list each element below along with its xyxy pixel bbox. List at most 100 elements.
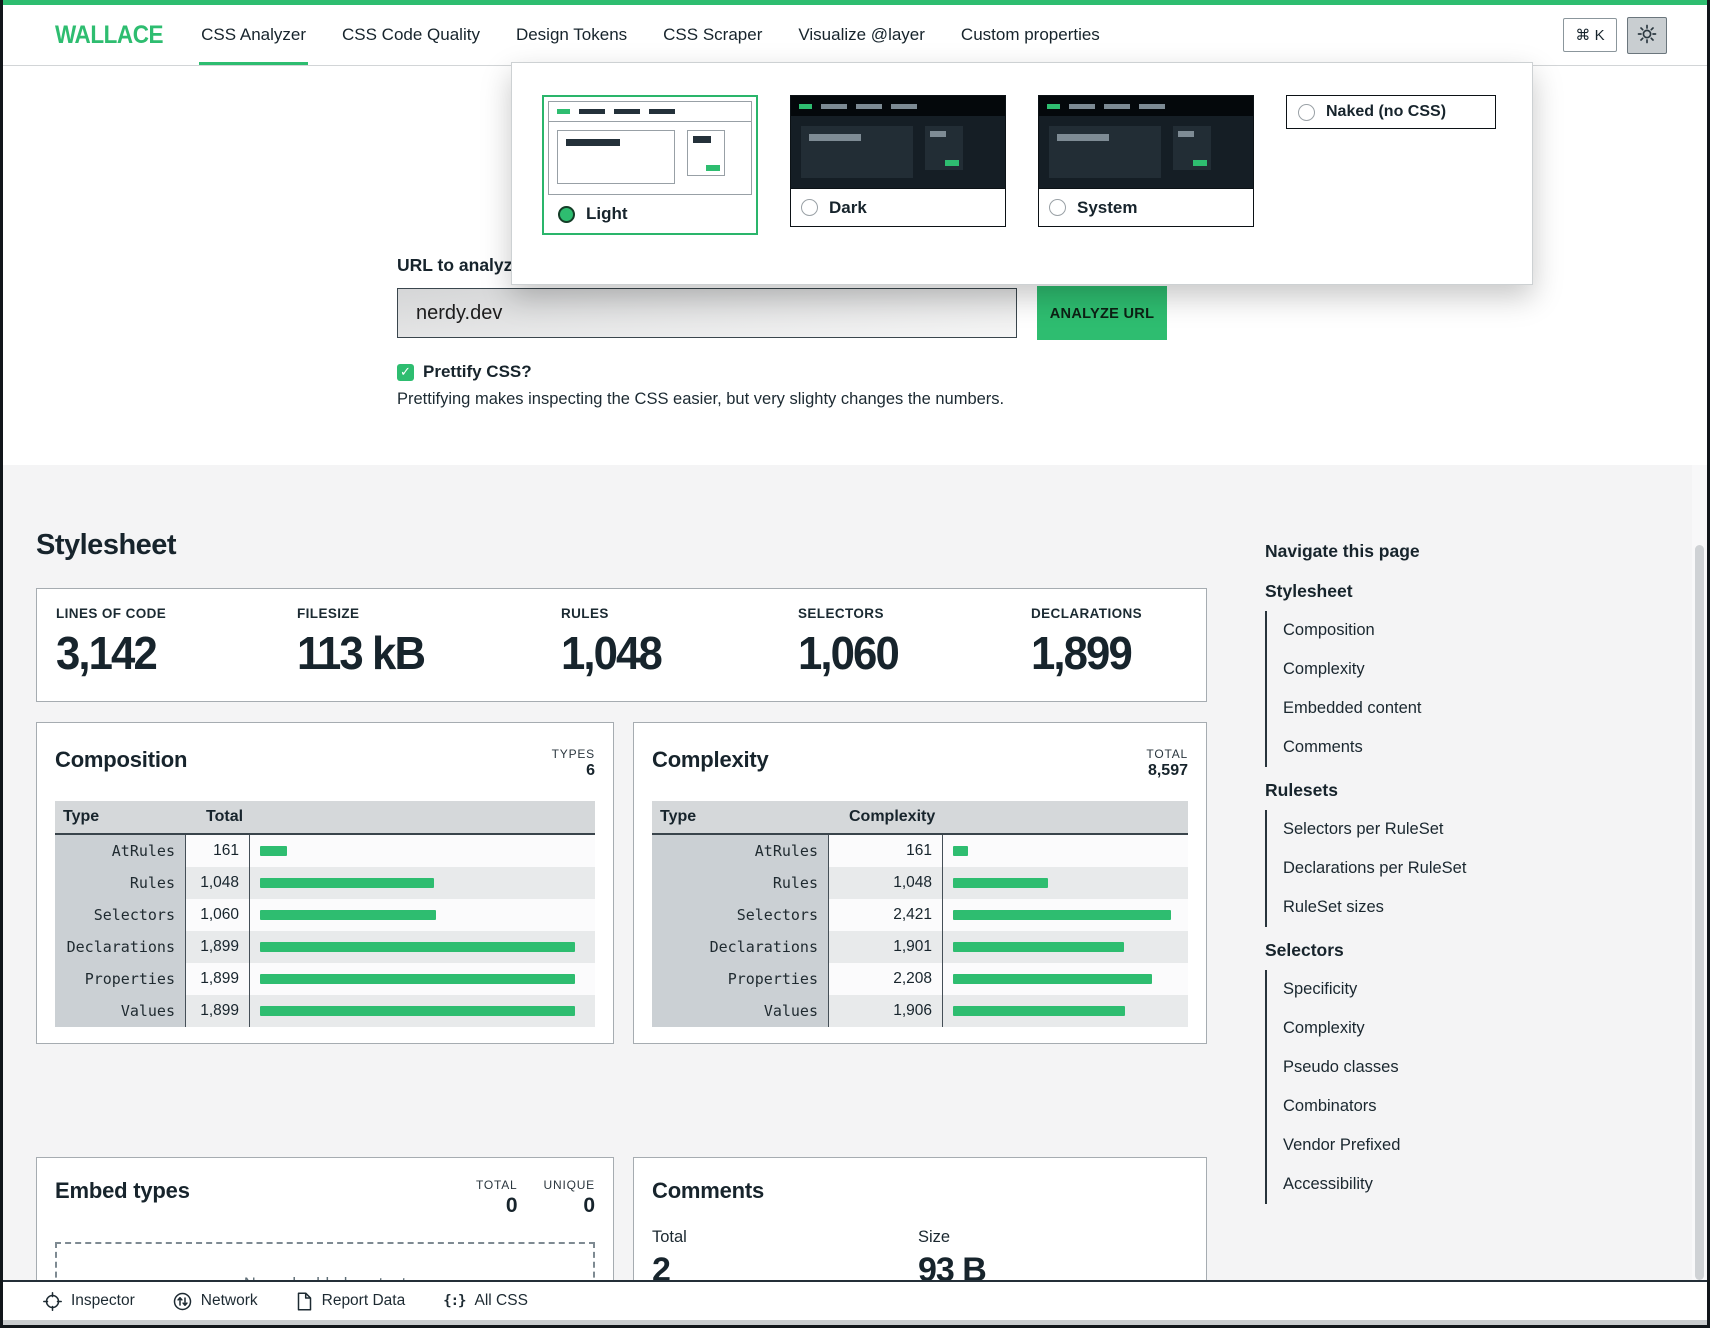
shortcut-label: ⌘ K <box>1575 26 1604 44</box>
dark-radio[interactable] <box>801 199 818 216</box>
page-toc: Navigate this page Stylesheet Compositio… <box>1265 541 1595 1204</box>
statusbar-inspector[interactable]: Inspector <box>43 1292 135 1311</box>
status-bar: Inspector Network Report Data {:} All CS… <box>3 1280 1707 1320</box>
dark-label: Dark <box>829 198 867 218</box>
toc-item-embedded-content[interactable]: Embedded content <box>1283 689 1595 728</box>
table-row: AtRules 161 <box>652 835 1188 867</box>
naked-label: Naked (no CSS) <box>1326 103 1446 121</box>
nav-css-analyzer[interactable]: CSS Analyzer <box>201 5 306 65</box>
theme-option-system[interactable]: System <box>1038 95 1254 227</box>
header: WALLACE CSS Analyzer CSS Code Quality De… <box>3 5 1707 66</box>
table-row: Declarations 1,901 <box>652 931 1188 963</box>
page-title: Stylesheet <box>36 529 176 562</box>
toc-item-selector-complexity[interactable]: Complexity <box>1283 1009 1595 1048</box>
theme-option-light[interactable]: Light <box>542 95 758 235</box>
metric-filesize: FILESIZE 113 kB <box>297 606 561 701</box>
theme-menu: Light Dark System Nak <box>511 62 1533 285</box>
stylesheet-metrics-panel: LINES OF CODE 3,142 FILESIZE 113 kB RULE… <box>36 588 1207 702</box>
report-section: Stylesheet LINES OF CODE 3,142 FILESIZE … <box>3 465 1707 1325</box>
complexity-title: Complexity <box>652 747 769 773</box>
bar <box>260 878 434 888</box>
url-row: ANALYZE URL <box>397 286 1169 340</box>
toc-section-selectors: Selectors <box>1265 940 1595 961</box>
theme-toggle-button[interactable] <box>1627 17 1667 54</box>
theme-option-dark[interactable]: Dark <box>790 95 1006 227</box>
system-radio[interactable] <box>1049 199 1066 216</box>
bottom-strip <box>3 1320 1707 1325</box>
table-row: Selectors 1,060 <box>55 899 595 931</box>
system-theme-preview <box>1039 96 1253 188</box>
toc-item-pseudo-classes[interactable]: Pseudo classes <box>1283 1048 1595 1087</box>
table-row: Selectors 2,421 <box>652 899 1188 931</box>
prettify-checkbox[interactable] <box>397 364 414 381</box>
toc-title: Navigate this page <box>1265 541 1595 562</box>
wallace-logo[interactable]: WALLACE <box>55 21 163 50</box>
toc-item-specificity[interactable]: Specificity <box>1283 970 1595 1009</box>
bar <box>953 974 1152 984</box>
header-actions: ⌘ K <box>1563 17 1667 54</box>
nav-visualize-layer[interactable]: Visualize @layer <box>798 5 925 65</box>
nav-custom-properties[interactable]: Custom properties <box>961 5 1100 65</box>
toc-item-combinators[interactable]: Combinators <box>1283 1087 1595 1126</box>
bar <box>953 942 1124 952</box>
analyze-url-button[interactable]: ANALYZE URL <box>1037 286 1167 340</box>
table-row: Rules 1,048 <box>55 867 595 899</box>
prettify-row: Prettify CSS? <box>397 362 532 382</box>
curly-braces-icon: {:} <box>443 1293 465 1309</box>
bar <box>260 1006 575 1016</box>
light-label: Light <box>586 204 628 224</box>
metric-selectors: SELECTORS 1,060 <box>798 606 1031 701</box>
document-icon <box>296 1292 313 1311</box>
statusbar-network[interactable]: Network <box>173 1292 258 1311</box>
nav-css-scraper[interactable]: CSS Scraper <box>663 5 762 65</box>
composition-meta: TYPES 6 <box>552 747 595 780</box>
table-row: Values 1,906 <box>652 995 1188 1027</box>
metric-lines-of-code: LINES OF CODE 3,142 <box>56 606 297 701</box>
nav-css-code-quality[interactable]: CSS Code Quality <box>342 5 480 65</box>
composition-card: Composition TYPES 6 Type Total AtRules 1… <box>36 722 614 1044</box>
toc-item-selectors-per-ruleset[interactable]: Selectors per RuleSet <box>1283 810 1595 849</box>
dark-theme-preview <box>791 96 1005 188</box>
url-label: URL to analyze <box>397 255 522 276</box>
url-input[interactable] <box>397 288 1017 338</box>
table-row: Rules 1,048 <box>652 867 1188 899</box>
table-row: Values 1,899 <box>55 995 595 1027</box>
theme-option-naked[interactable]: Naked (no CSS) <box>1286 95 1496 129</box>
prettify-label: Prettify CSS? <box>423 362 532 382</box>
bar <box>953 846 968 856</box>
prettify-help-text: Prettifying makes inspecting the CSS eas… <box>397 390 1004 409</box>
statusbar-all-css[interactable]: {:} All CSS <box>443 1292 528 1310</box>
complexity-meta: TOTAL 8,597 <box>1146 747 1188 780</box>
command-palette-button[interactable]: ⌘ K <box>1563 18 1617 52</box>
composition-table: Type Total AtRules 161 Rules 1,048 <box>55 801 595 1027</box>
bar <box>953 878 1048 888</box>
naked-radio[interactable] <box>1298 104 1315 121</box>
toc-item-ruleset-sizes[interactable]: RuleSet sizes <box>1283 888 1595 927</box>
statusbar-report-data[interactable]: Report Data <box>296 1292 406 1311</box>
toc-item-comments[interactable]: Comments <box>1283 728 1595 767</box>
table-row: Declarations 1,899 <box>55 931 595 963</box>
table-row: Properties 2,208 <box>652 963 1188 995</box>
light-radio[interactable] <box>558 206 575 223</box>
nav-design-tokens[interactable]: Design Tokens <box>516 5 627 65</box>
bar <box>953 910 1171 920</box>
crosshair-icon <box>43 1292 62 1311</box>
complexity-table: Type Complexity AtRules 161 Rules 1,048 <box>652 801 1188 1027</box>
embed-types-meta: TOTAL 0 UNIQUE 0 <box>476 1178 595 1218</box>
bar <box>260 942 575 952</box>
toc-item-complexity[interactable]: Complexity <box>1283 650 1595 689</box>
toc-item-vendor-prefixed[interactable]: Vendor Prefixed <box>1283 1126 1595 1165</box>
toc-item-accessibility[interactable]: Accessibility <box>1283 1165 1595 1204</box>
composition-title: Composition <box>55 747 187 773</box>
toc-section-rulesets: Rulesets <box>1265 780 1595 801</box>
bar <box>953 1006 1125 1016</box>
toc-item-declarations-per-ruleset[interactable]: Declarations per RuleSet <box>1283 849 1595 888</box>
network-arrows-icon <box>173 1292 192 1311</box>
scrollbar-thumb[interactable] <box>1695 545 1704 1280</box>
embed-types-title: Embed types <box>55 1178 190 1204</box>
bar <box>260 974 575 984</box>
tables-row: Composition TYPES 6 Type Total AtRules 1… <box>36 722 1207 1044</box>
sun-icon <box>1637 24 1657 47</box>
metric-rules: RULES 1,048 <box>561 606 798 701</box>
toc-item-composition[interactable]: Composition <box>1283 611 1595 650</box>
